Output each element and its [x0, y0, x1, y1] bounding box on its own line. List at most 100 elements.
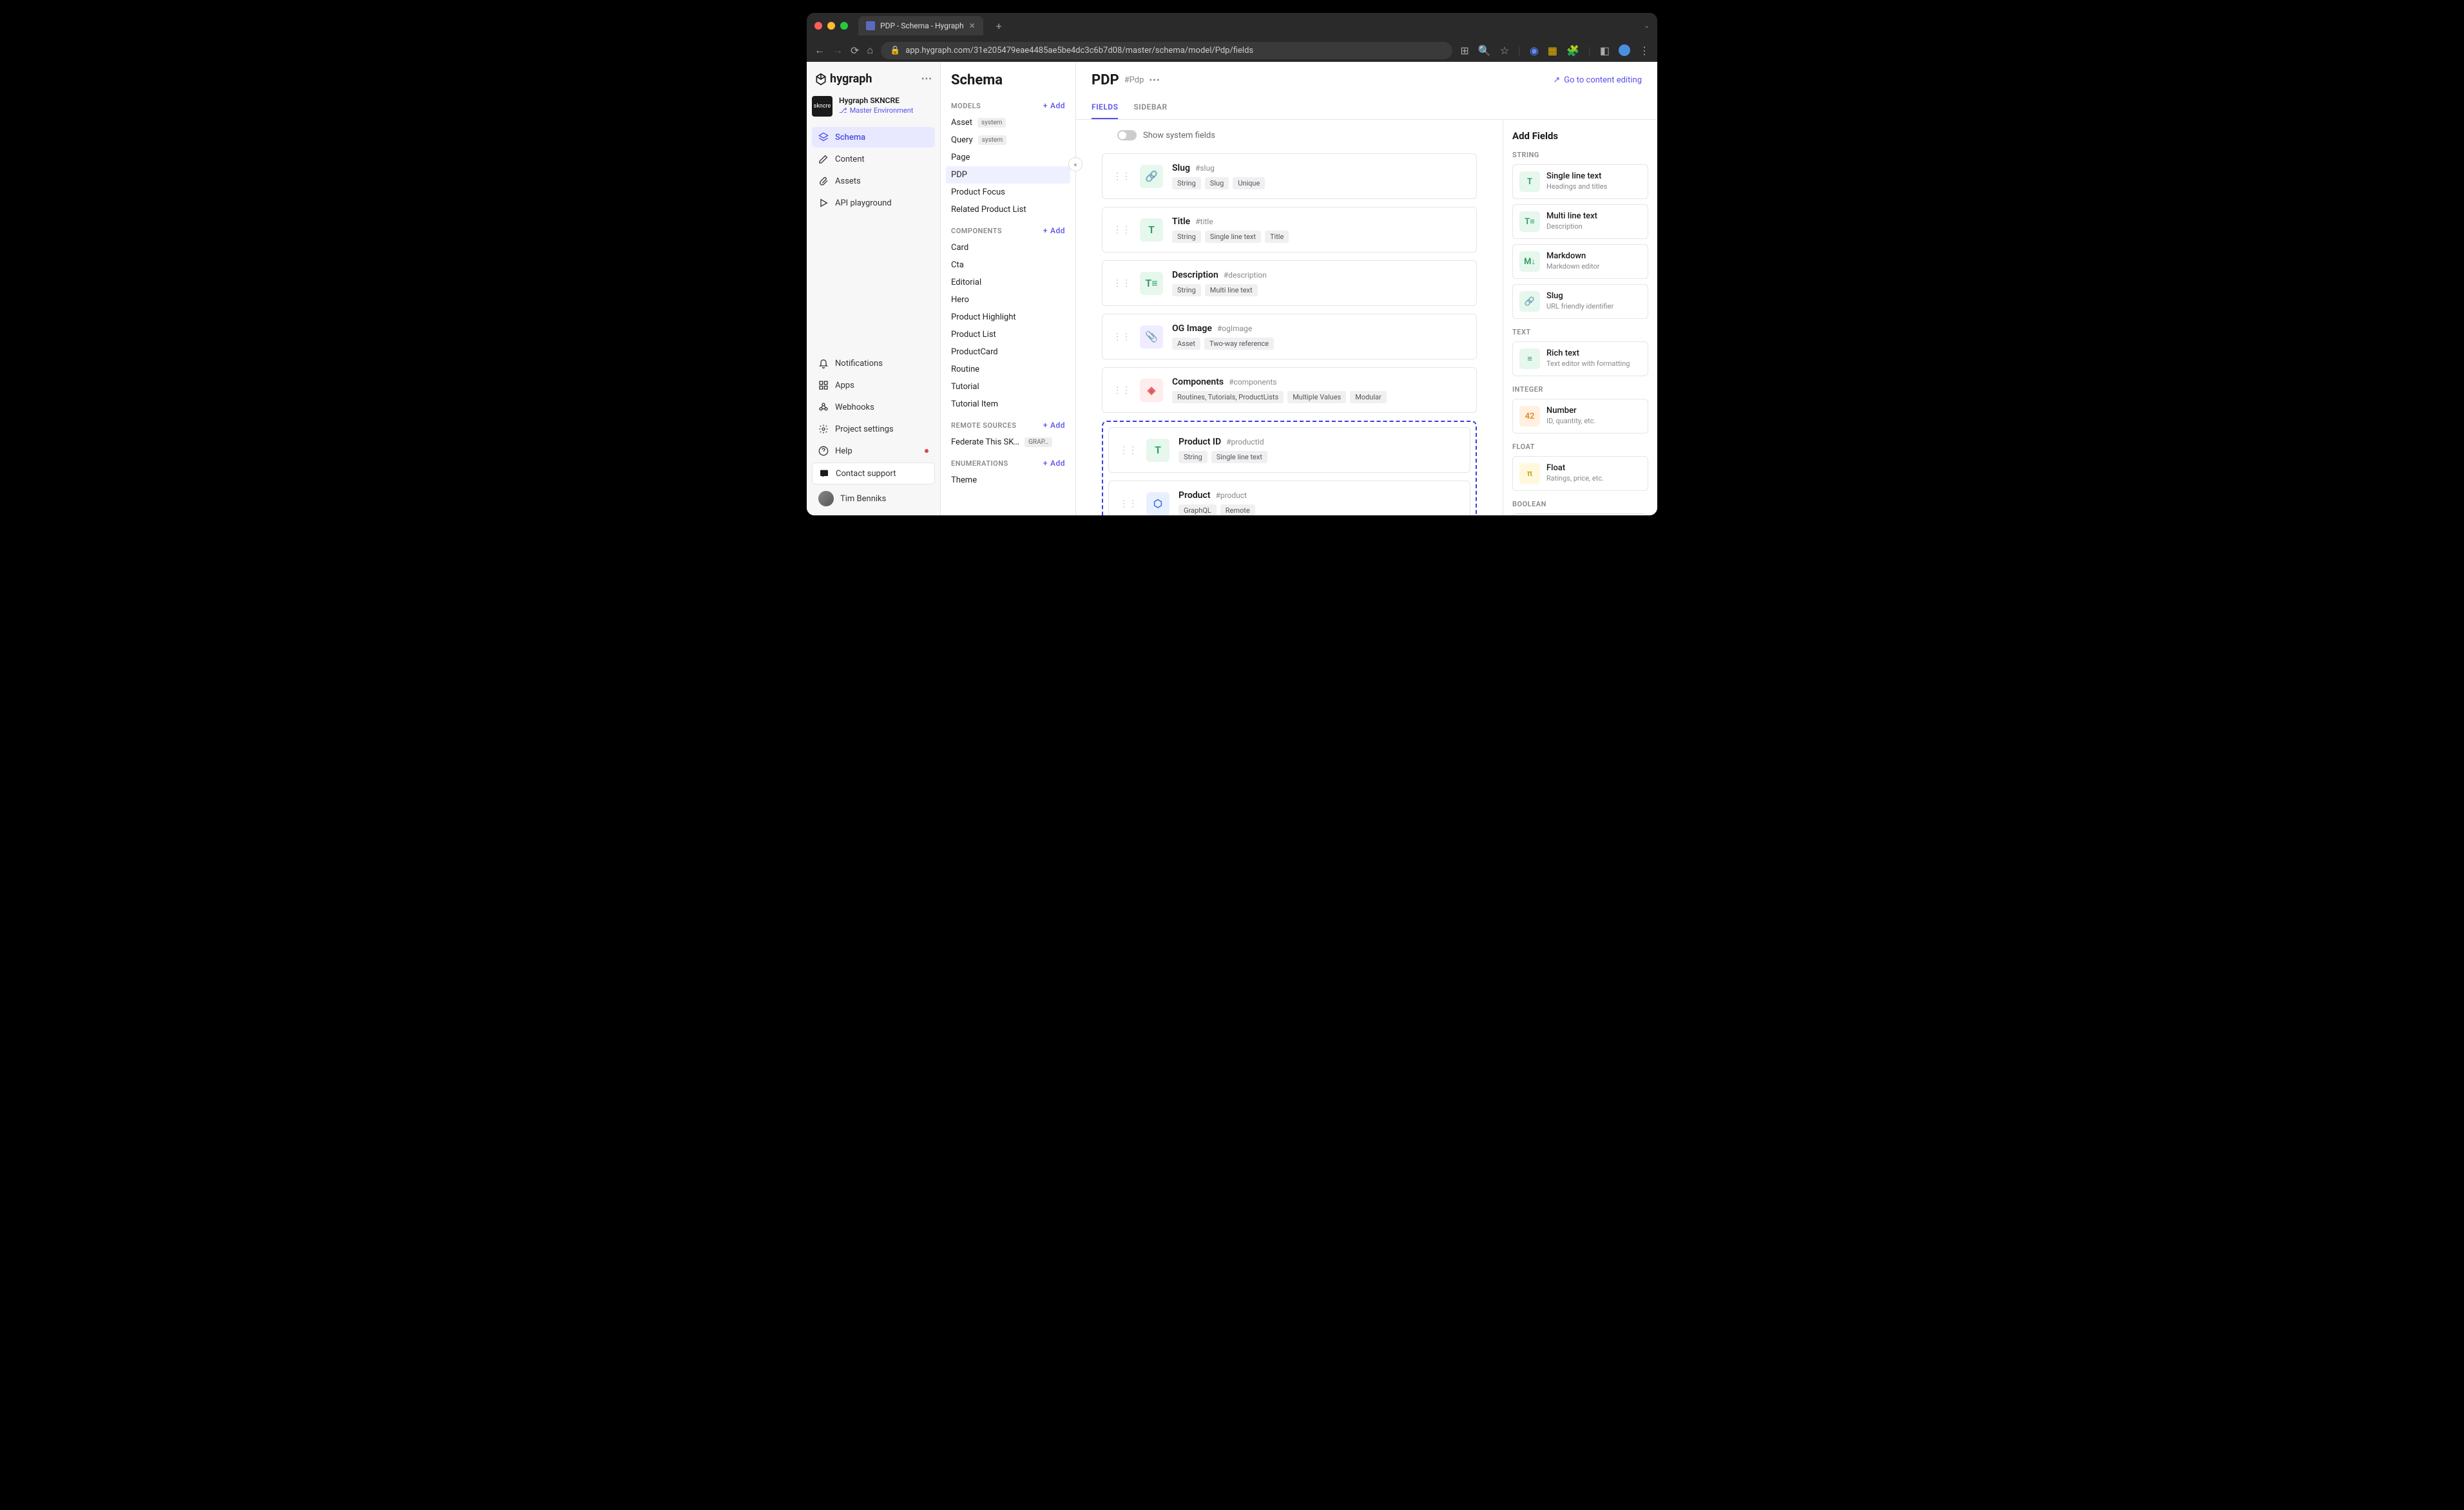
highlighted-fields-group: ⋮⋮TProduct ID#productIdStringSingle line…: [1102, 421, 1477, 515]
extension-icon[interactable]: ◉: [1530, 44, 1539, 57]
field-card[interactable]: ⋮⋮◈Components#componentsRoutines, Tutori…: [1102, 367, 1477, 413]
collapse-button[interactable]: «: [1068, 157, 1083, 171]
field-card[interactable]: ⋮⋮📎OG Image#ogImageAssetTwo-way referenc…: [1102, 314, 1477, 359]
field-tag: String: [1172, 177, 1201, 189]
add-field-type[interactable]: 42NumberID, quantity, etc.: [1512, 399, 1648, 434]
drag-handle-icon[interactable]: ⋮⋮: [1113, 332, 1131, 342]
component-item[interactable]: Hero: [946, 291, 1070, 309]
forward-button[interactable]: →: [833, 44, 843, 57]
field-tag: GraphQL: [1179, 504, 1217, 515]
url-field[interactable]: 🔒 app.hygraph.com/31e205479eae4485ae5be4…: [881, 42, 1452, 59]
nav-assets[interactable]: Assets: [812, 171, 935, 191]
field-type-title: Markdown: [1546, 251, 1600, 261]
model-item[interactable]: Related Product List: [946, 201, 1070, 218]
field-card[interactable]: ⋮⋮⬡Product#productGraphQLRemote: [1108, 481, 1470, 515]
field-card[interactable]: ⋮⋮TProduct ID#productIdStringSingle line…: [1108, 427, 1470, 473]
browser-menu-icon[interactable]: ⋮: [1639, 44, 1650, 57]
field-type-icon: 🔗: [1140, 165, 1163, 188]
remote-source-item[interactable]: Federate This SK…GRAP…: [946, 434, 1070, 451]
component-item[interactable]: Editorial: [946, 274, 1070, 291]
component-item[interactable]: Tutorial Item: [946, 396, 1070, 413]
back-button[interactable]: ←: [814, 44, 825, 57]
window-minimize[interactable]: [827, 22, 835, 30]
drag-handle-icon[interactable]: ⋮⋮: [1119, 499, 1137, 509]
tab-sidebar[interactable]: SIDEBAR: [1133, 96, 1167, 119]
component-item[interactable]: ProductCard: [946, 343, 1070, 361]
component-item[interactable]: Card: [946, 239, 1070, 256]
play-icon: [818, 198, 829, 208]
tab-fields[interactable]: FIELDS: [1092, 96, 1118, 119]
add-field-type[interactable]: Boolean: [1512, 513, 1648, 515]
browser-tab[interactable]: PDP - Schema - Hygraph ✕: [858, 16, 983, 35]
field-type-desc: ID, quantity, etc.: [1546, 417, 1595, 425]
nav-settings[interactable]: Project settings: [812, 419, 935, 439]
add-field-type[interactable]: ≡Rich textText editor with formatting: [1512, 341, 1648, 376]
model-item[interactable]: Page: [946, 149, 1070, 166]
drag-handle-icon[interactable]: ⋮⋮: [1113, 171, 1131, 182]
nav-content[interactable]: Content: [812, 149, 935, 169]
close-icon[interactable]: ✕: [969, 21, 976, 30]
model-item[interactable]: Product Focus: [946, 184, 1070, 201]
add-component-button[interactable]: + Add: [1043, 226, 1065, 235]
model-item[interactable]: PDP: [946, 166, 1070, 184]
add-enum-button[interactable]: + Add: [1043, 459, 1065, 468]
component-item[interactable]: Product Highlight: [946, 309, 1070, 326]
field-card[interactable]: ⋮⋮TTitle#titleStringSingle line textTitl…: [1102, 207, 1477, 253]
logo[interactable]: hygraph: [814, 72, 872, 86]
add-remote-button[interactable]: + Add: [1043, 421, 1065, 430]
sidepanel-icon[interactable]: ◧: [1600, 44, 1610, 57]
enum-item[interactable]: Theme: [946, 472, 1070, 489]
field-card[interactable]: ⋮⋮T≡Description#descriptionStringMulti l…: [1102, 260, 1477, 306]
field-type-icon: π: [1519, 463, 1540, 484]
window-maximize[interactable]: [840, 22, 848, 30]
install-app-icon[interactable]: ⊞: [1460, 44, 1468, 57]
nav-apps[interactable]: Apps: [812, 375, 935, 396]
add-model-button[interactable]: + Add: [1043, 101, 1065, 110]
add-field-type[interactable]: 🔗SlugURL friendly identifier: [1512, 284, 1648, 319]
drag-handle-icon[interactable]: ⋮⋮: [1113, 278, 1131, 289]
field-tag: String: [1172, 231, 1201, 243]
add-field-type[interactable]: TSingle line textHeadings and titles: [1512, 164, 1648, 199]
system-fields-toggle[interactable]: [1117, 130, 1137, 140]
add-field-type[interactable]: M↓MarkdownMarkdown editor: [1512, 244, 1648, 279]
user-menu[interactable]: Tim Benniks: [812, 486, 935, 511]
field-type-title: Multi line text: [1546, 211, 1597, 221]
tabs-dropdown[interactable]: ⌄: [1644, 23, 1650, 30]
field-card[interactable]: ⋮⋮🔗Slug#slugStringSlugUnique: [1102, 153, 1477, 199]
field-type-desc: Markdown editor: [1546, 262, 1600, 271]
zoom-icon[interactable]: 🔍: [1478, 44, 1491, 57]
add-field-type[interactable]: T≡Multi line textDescription: [1512, 204, 1648, 239]
home-button[interactable]: ⌂: [867, 44, 873, 57]
profile-icon[interactable]: [1619, 44, 1630, 56]
nav-notifications[interactable]: Notifications: [812, 353, 935, 374]
project-card[interactable]: skncre Hygraph SKNCRE ⎇ Master Environme…: [812, 96, 935, 117]
project-menu-icon[interactable]: •••: [921, 74, 932, 84]
component-item[interactable]: Routine: [946, 361, 1070, 378]
bookmark-icon[interactable]: ☆: [1500, 44, 1509, 57]
model-item[interactable]: Assetsystem: [946, 114, 1070, 131]
nav-support[interactable]: Contact support: [812, 463, 935, 484]
drag-handle-icon[interactable]: ⋮⋮: [1119, 445, 1137, 455]
drag-handle-icon[interactable]: ⋮⋮: [1113, 225, 1131, 235]
model-item[interactable]: Querysystem: [946, 131, 1070, 149]
component-item[interactable]: Tutorial: [946, 378, 1070, 396]
grid-icon: [818, 380, 829, 390]
new-tab-button[interactable]: +: [996, 20, 1002, 32]
drag-handle-icon[interactable]: ⋮⋮: [1113, 385, 1131, 396]
extension-icon[interactable]: ▦: [1548, 44, 1557, 57]
nav-api-playground[interactable]: API playground: [812, 193, 935, 213]
nav-schema[interactable]: Schema: [812, 127, 935, 148]
component-item[interactable]: Cta: [946, 256, 1070, 274]
model-menu-icon[interactable]: •••: [1149, 75, 1160, 86]
goto-content-link[interactable]: ↗ Go to content editing: [1553, 75, 1642, 85]
field-category-heading: FLOAT: [1512, 443, 1648, 451]
field-type-icon: T: [1519, 171, 1540, 192]
nav-webhooks[interactable]: Webhooks: [812, 397, 935, 417]
nav-help[interactable]: Help: [812, 441, 935, 461]
component-item[interactable]: Product List: [946, 326, 1070, 343]
extensions-menu-icon[interactable]: 🧩: [1566, 44, 1579, 57]
field-name: Description: [1172, 270, 1218, 280]
reload-button[interactable]: ⟳: [851, 44, 859, 57]
add-field-type[interactable]: πFloatRatings, price, etc.: [1512, 456, 1648, 491]
window-close[interactable]: [814, 22, 822, 30]
